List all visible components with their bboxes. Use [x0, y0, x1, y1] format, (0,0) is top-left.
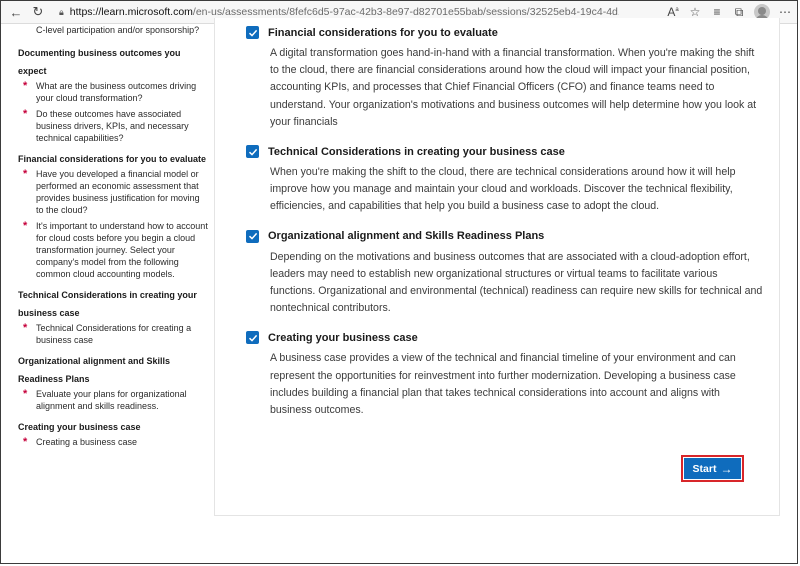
- considerations-list: Financial considerations for you to eval…: [246, 26, 766, 433]
- url-path: /en-us/assessments/8fefc6d5-97ac-42b3-8e…: [192, 6, 619, 18]
- consideration-description: When you're making the shift to the clou…: [270, 166, 736, 213]
- checkbox-checked[interactable]: [246, 145, 259, 159]
- consideration-item: Creating your business case A business c…: [246, 331, 766, 419]
- sidebar-question[interactable]: * What are the business outcomes driving …: [18, 80, 208, 104]
- read-aloud-icon[interactable]: Aa: [662, 5, 684, 19]
- required-asterisk-icon: *: [23, 322, 28, 334]
- checkmark-icon: [248, 334, 257, 342]
- more-options-icon[interactable]: ⋯: [776, 5, 794, 19]
- checkmark-icon: [248, 29, 257, 37]
- sidebar-section-title[interactable]: Organizational alignment and Skills Read…: [18, 352, 208, 388]
- sidebar-section-title[interactable]: Documenting business outcomes you expect: [18, 44, 208, 80]
- required-asterisk-icon: *: [23, 436, 28, 448]
- required-asterisk-icon: *: [23, 80, 28, 92]
- required-asterisk-icon: *: [23, 388, 28, 400]
- assessment-sidebar: C-level participation and/or sponsorship…: [18, 24, 208, 564]
- consideration-title: Technical Considerations in creating you…: [268, 145, 565, 158]
- consideration-title: Financial considerations for you to eval…: [268, 26, 498, 39]
- required-asterisk-icon: *: [23, 220, 28, 232]
- sidebar-section: Organizational alignment and Skills Read…: [18, 352, 208, 412]
- url-host: https://learn.microsoft.com: [69, 6, 193, 18]
- lock-icon: 🔒︎: [59, 6, 64, 17]
- sidebar-section-title[interactable]: Technical Considerations in creating you…: [18, 286, 208, 322]
- sidebar-section: Documenting business outcomes you expect…: [18, 44, 208, 144]
- sidebar-question[interactable]: * Evaluate your plans for organizational …: [18, 388, 208, 412]
- favorites-list-icon[interactable]: ≡: [706, 5, 728, 19]
- sidebar-section-title[interactable]: Financial considerations for you to eval…: [18, 150, 208, 168]
- start-button-label: Start: [692, 462, 717, 475]
- sidebar-question[interactable]: * It's important to understand how to acc…: [18, 220, 208, 280]
- required-asterisk-icon: *: [23, 168, 28, 180]
- consideration-description: A business case provides a view of the t…: [270, 352, 736, 417]
- sidebar-section: Financial considerations for you to eval…: [18, 150, 208, 280]
- sidebar-question[interactable]: * Creating a business case: [18, 436, 208, 448]
- favorite-star-icon[interactable]: ☆: [684, 5, 706, 19]
- consideration-title: Organizational alignment and Skills Read…: [268, 230, 545, 243]
- checkbox-checked[interactable]: [246, 26, 259, 39]
- consideration-title: Creating your business case: [268, 331, 418, 344]
- consideration-item: Technical Considerations in creating you…: [246, 145, 766, 216]
- arrow-right-icon: →: [720, 461, 733, 476]
- sidebar-question[interactable]: * Have you developed a financial model or…: [18, 168, 208, 216]
- consideration-item: Organizational alignment and Skills Read…: [246, 229, 766, 318]
- sidebar-section: Technical Considerations in creating you…: [18, 286, 208, 346]
- sidebar-question[interactable]: * Technical Considerations for creating a…: [18, 322, 208, 346]
- consideration-description: A digital transformation goes hand-in-ha…: [270, 47, 757, 128]
- checkbox-checked[interactable]: [246, 331, 259, 345]
- start-button[interactable]: Start →: [681, 455, 744, 482]
- consideration-item: Financial considerations for you to eval…: [246, 26, 766, 131]
- refresh-icon[interactable]: ↻: [27, 4, 49, 20]
- sidebar-section: Creating your business case * Creating a …: [18, 418, 208, 448]
- required-asterisk-icon: *: [23, 108, 28, 120]
- checkmark-icon: [248, 233, 257, 240]
- sidebar-section-title[interactable]: Creating your business case: [18, 418, 208, 436]
- checkmark-icon: [248, 148, 257, 156]
- consideration-description: Depending on the motivations and busines…: [270, 250, 763, 315]
- sidebar-top-fragment: C-level participation and/or sponsorship…: [36, 25, 200, 35]
- sidebar-question[interactable]: * Do these outcomes have associated busin…: [18, 108, 208, 144]
- back-arrow-icon[interactable]: ←: [5, 5, 27, 20]
- checkbox-checked[interactable]: [246, 229, 259, 243]
